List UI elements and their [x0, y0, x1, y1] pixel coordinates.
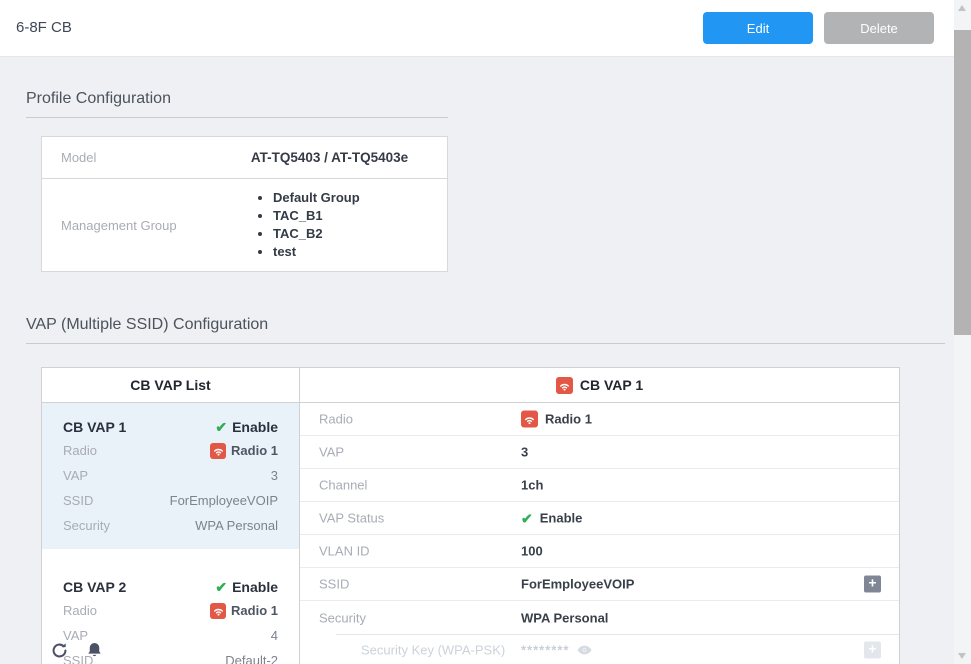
vap-item-title-row: CB VAP 1 ✔ Enable	[63, 416, 278, 438]
management-group-list: Default Group TAC_B1 TAC_B2 test	[253, 189, 360, 261]
radio-value: Radio 1	[231, 603, 278, 618]
top-header: 6-8F CB Edit Delete	[0, 0, 954, 57]
detail-row-vap-status: VAP Status ✔ Enable	[300, 502, 899, 535]
vap-detail-panel: CB VAP 1 Radio Radio 1 VAP 3 Channel 1ch	[300, 368, 899, 664]
management-group-item: TAC_B1	[273, 207, 360, 225]
vap-item-field-radio: Radio Radio 1	[63, 598, 278, 623]
management-group-item: TAC_B2	[273, 225, 360, 243]
field-label: SSID	[63, 493, 93, 508]
management-group-item: test	[273, 243, 360, 261]
vap-item-field-security: Security WPA Personal	[63, 513, 278, 538]
page-title: 6-8F CB	[16, 19, 72, 36]
management-group-item: Default Group	[273, 189, 360, 207]
field-label: Security	[63, 518, 110, 533]
radio-value: Radio 1	[231, 443, 278, 458]
vertical-scrollbar[interactable]	[954, 0, 971, 664]
detail-row-security: Security WPA Personal	[300, 601, 899, 634]
field-value: ForEmployeeVOIP	[170, 493, 278, 508]
edit-button[interactable]: Edit	[703, 12, 813, 44]
main-content: Profile Configuration Model AT-TQ5403 / …	[0, 57, 954, 664]
field-value: 4	[271, 628, 278, 643]
table-row-model: Model AT-TQ5403 / AT-TQ5403e	[42, 137, 447, 178]
delete-button[interactable]: Delete	[824, 12, 934, 44]
field-label: VAP	[63, 468, 88, 483]
vap-detail-title: CB VAP 1	[580, 377, 643, 393]
scrollbar-thumb[interactable]	[954, 30, 971, 335]
check-icon: ✔	[215, 420, 227, 434]
detail-row-security-key: Security Key (WPA-PSK) ******** +	[300, 634, 899, 664]
wifi-icon	[210, 443, 226, 459]
detail-label: VAP Status	[319, 511, 384, 526]
detail-label: Channel	[319, 478, 367, 493]
refresh-button[interactable]	[50, 641, 69, 660]
detail-value: ✔ Enable	[521, 511, 582, 526]
expand-security-key-button[interactable]: +	[864, 642, 881, 659]
vap-configuration-card: CB VAP List CB VAP 1 ✔ Enable Radio	[41, 367, 900, 664]
field-value: Default-2	[225, 653, 278, 664]
vap-item-status: ✔ Enable	[215, 419, 278, 435]
detail-label: Security Key (WPA-PSK)	[361, 643, 505, 658]
vap-item-title-row: CB VAP 2 ✔ Enable	[63, 576, 278, 598]
vap-item-status: ✔ Enable	[215, 579, 278, 595]
vap-item-field-radio: Radio Radio 1	[63, 438, 278, 463]
field-label: Radio	[63, 603, 97, 618]
field-value: Radio 1	[210, 603, 278, 619]
expand-ssid-button[interactable]: +	[864, 576, 881, 593]
management-group-values: Default Group TAC_B1 TAC_B2 test	[212, 189, 447, 261]
detail-value: 100	[521, 544, 543, 559]
detail-row-ssid: SSID ForEmployeeVOIP +	[300, 568, 899, 601]
vap-list-item-1[interactable]: CB VAP 1 ✔ Enable Radio Radio 1	[42, 403, 299, 549]
eye-icon[interactable]	[576, 642, 593, 659]
wifi-icon	[521, 411, 538, 428]
security-key-masked-value: ********	[521, 643, 569, 658]
field-value: WPA Personal	[195, 518, 278, 533]
field-value: Radio 1	[210, 443, 278, 459]
notifications-bell-icon[interactable]	[85, 641, 104, 660]
management-group-label: Management Group	[42, 189, 212, 261]
vap-detail-header: CB VAP 1	[300, 368, 899, 403]
check-icon: ✔	[215, 580, 227, 594]
detail-row-radio: Radio Radio 1	[300, 403, 899, 436]
model-value: AT-TQ5403 / AT-TQ5403e	[212, 137, 447, 178]
detail-label: VAP	[319, 445, 344, 460]
profile-section-title: Profile Configuration	[26, 90, 448, 118]
detail-value: ********	[521, 642, 593, 659]
radio-value: Radio 1	[545, 412, 592, 427]
vap-item-name: CB VAP 2	[63, 579, 126, 595]
vap-item-status-label: Enable	[232, 419, 278, 435]
detail-label: Radio	[319, 412, 353, 427]
wifi-icon	[210, 603, 226, 619]
detail-value: 1ch	[521, 478, 543, 493]
vap-section-title: VAP (Multiple SSID) Configuration	[26, 316, 945, 344]
vap-item-name: CB VAP 1	[63, 419, 126, 435]
vap-list-header: CB VAP List	[42, 368, 299, 403]
model-label: Model	[42, 137, 212, 178]
detail-label: Security	[319, 610, 366, 625]
detail-label: VLAN ID	[319, 544, 370, 559]
vap-item-field-ssid: SSID ForEmployeeVOIP	[63, 488, 278, 513]
vap-status-value: Enable	[540, 511, 583, 526]
detail-label: SSID	[319, 577, 349, 592]
field-label: Radio	[63, 443, 97, 458]
check-icon: ✔	[521, 511, 533, 525]
field-value: 3	[271, 468, 278, 483]
detail-value: Radio 1	[521, 411, 592, 428]
scroll-down-icon[interactable]	[958, 653, 966, 659]
vap-list-panel: CB VAP List CB VAP 1 ✔ Enable Radio	[42, 368, 300, 664]
detail-row-channel: Channel 1ch	[300, 469, 899, 502]
detail-value: WPA Personal	[521, 610, 608, 625]
profile-table: Model AT-TQ5403 / AT-TQ5403e Management …	[41, 136, 448, 272]
scroll-up-icon[interactable]	[958, 5, 966, 11]
detail-row-vlan-id: VLAN ID 100	[300, 535, 899, 568]
corner-tools	[50, 641, 104, 660]
vap-item-status-label: Enable	[232, 579, 278, 595]
detail-value: ForEmployeeVOIP	[521, 577, 634, 592]
detail-row-vap: VAP 3	[300, 436, 899, 469]
wifi-icon	[556, 377, 573, 394]
table-row-management-group: Management Group Default Group TAC_B1 TA…	[42, 178, 447, 271]
detail-value: 3	[521, 445, 528, 460]
vap-item-field-vap: VAP 3	[63, 463, 278, 488]
